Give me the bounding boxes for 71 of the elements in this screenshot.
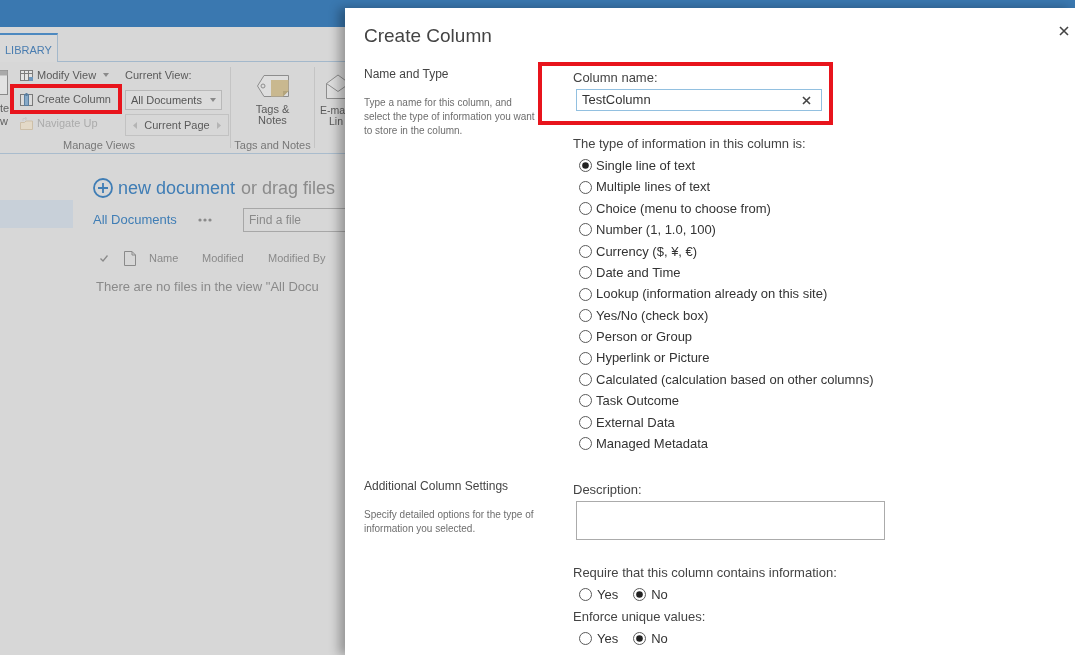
tag-icon: [255, 74, 290, 98]
radio-label[interactable]: Currency ($, ¥, €): [596, 241, 698, 261]
group-label: Tags and Notes: [234, 138, 311, 152]
radio-button[interactable]: [633, 631, 647, 645]
radio-button[interactable]: [633, 587, 647, 601]
radio-label[interactable]: Lookup (information already on this site): [596, 284, 828, 304]
group-label: Manage Views: [63, 138, 135, 152]
section-description: Type a name for this column, and select the type of information you want to store in the column.: [364, 96, 536, 138]
folder-icon: [20, 116, 33, 130]
search-field[interactable]: Find a file: [243, 208, 345, 232]
radio-button[interactable]: [579, 266, 592, 280]
radio-button[interactable]: [579, 631, 592, 645]
radio-button[interactable]: [579, 415, 592, 429]
radio-button[interactable]: [579, 437, 592, 451]
section-heading: Additional Column Settings: [364, 478, 509, 495]
radio-button[interactable]: [579, 287, 592, 301]
table-icon: [20, 69, 33, 81]
empty-message: There are no files in the view "All Docu: [96, 278, 319, 296]
section-heading: Name and Type: [364, 66, 449, 82]
drag-hint: or drag files: [241, 177, 336, 200]
radio-button[interactable]: [579, 587, 592, 601]
radio-button[interactable]: [579, 201, 592, 215]
ribbon-button[interactable]: Tags & Notes: [255, 74, 290, 126]
radio-label[interactable]: Calculated (calculation based on other columns): [596, 369, 874, 390]
field-label: Enforce unique values:: [573, 609, 706, 626]
view-dropdown[interactable]: All Documents: [125, 90, 222, 110]
radio-button[interactable]: [579, 373, 592, 387]
radio-label[interactable]: Number (1, 1.0, 100): [596, 220, 716, 240]
ribbon-button[interactable]: Create Column: [18, 92, 113, 106]
field-label: Column name:: [573, 70, 658, 86]
add-icon[interactable]: [93, 178, 113, 198]
radio-button[interactable]: [579, 308, 592, 322]
textarea-field[interactable]: [576, 501, 885, 541]
clear-icon[interactable]: [802, 95, 811, 105]
ribbon-button[interactable]: Modify View: [18, 68, 112, 82]
close-icon[interactable]: [1059, 26, 1069, 36]
radio-label[interactable]: Choice (menu to choose from): [596, 198, 771, 219]
radio-button[interactable]: [579, 394, 592, 408]
radio-button[interactable]: [579, 351, 592, 365]
field-label: Require that this column contains information:: [573, 565, 837, 582]
current-view-label: Current View:: [125, 68, 192, 83]
dialog-title: Create Column: [364, 24, 492, 48]
ribbon-button[interactable]: E-ma Lin: [315, 74, 345, 127]
document-icon: [124, 250, 136, 266]
radio-label[interactable]: Multiple lines of text: [596, 177, 711, 197]
radio-label[interactable]: Single line of text: [596, 155, 695, 176]
column-icon: [20, 92, 33, 106]
radio-label[interactable]: Date and Time: [596, 262, 681, 283]
text-field[interactable]: TestColumn: [576, 89, 822, 111]
radio-button[interactable]: [579, 159, 592, 173]
pager-label: Current Page: [144, 117, 210, 133]
radio-label[interactable]: Person or Group: [596, 327, 693, 347]
radio-label[interactable]: Hyperlink or Picture: [596, 348, 710, 368]
radio-label[interactable]: Managed Metadata: [596, 434, 709, 454]
checkmark-icon[interactable]: [100, 254, 108, 262]
radio-label[interactable]: Yes/No (check box): [596, 305, 709, 326]
field-label: Description:: [573, 482, 642, 499]
radio-button[interactable]: [579, 223, 592, 237]
radio-label[interactable]: Yes: [597, 628, 619, 649]
radio-label[interactable]: External Data: [596, 412, 675, 433]
radio-label[interactable]: No: [651, 628, 668, 649]
caret-icon: [210, 98, 216, 102]
radio-label[interactable]: Task Outcome: [596, 391, 680, 411]
ribbon-button[interactable]: te w: [0, 62, 10, 128]
radio-button[interactable]: [579, 180, 592, 194]
radio-button[interactable]: [579, 244, 592, 258]
radio-label[interactable]: Yes: [597, 584, 619, 605]
radio-label[interactable]: No: [651, 584, 668, 605]
section-description: Specify detailed options for the type of information you selected.: [364, 508, 535, 537]
radio-button[interactable]: [579, 330, 592, 344]
field-label: The type of information in this column is:: [573, 136, 806, 152]
